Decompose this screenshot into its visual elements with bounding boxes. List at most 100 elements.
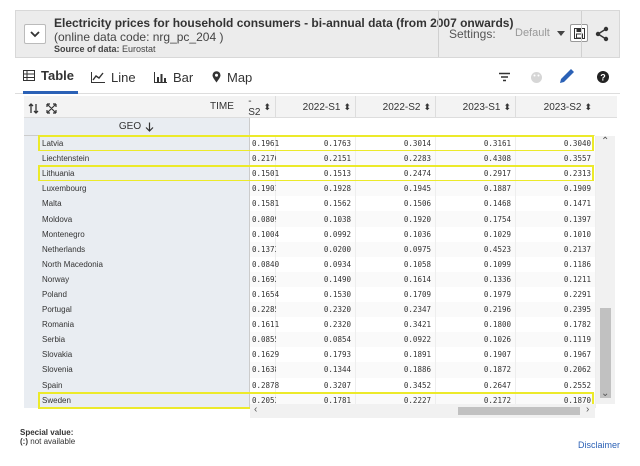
column-header[interactable]: 2023-S1 ⬍: [436, 96, 516, 118]
filter-button[interactable]: [496, 69, 512, 85]
vertical-scrollbar[interactable]: ⌃ ⌄: [596, 136, 615, 404]
value-cell: 0.1920: [356, 211, 436, 227]
row-highlight: [38, 165, 594, 183]
pencil-icon: [560, 69, 574, 83]
value-cell: 0.2347: [356, 302, 436, 318]
horizontal-scrollbar[interactable]: ‹ ›: [250, 404, 595, 418]
value-cell: 0.1562: [276, 196, 356, 212]
scroll-left-icon[interactable]: ‹: [254, 404, 257, 415]
table-row: Moldova 0.0809 0.1038 0.1920 0.1754 0.1397: [24, 211, 596, 227]
geo-cell[interactable]: Malta: [24, 196, 250, 212]
geo-cell[interactable]: Moldova: [24, 211, 250, 227]
value-cell: 0.0992: [276, 226, 356, 242]
geo-header[interactable]: GEO: [24, 118, 250, 136]
column-header[interactable]: 2022-S1 ⬍: [276, 96, 356, 118]
value-cell: 0.1800: [436, 317, 516, 333]
value-cell: 0.1038: [276, 211, 356, 227]
value-cell: 0.1979: [436, 286, 516, 303]
value-cell: 0.1373: [250, 241, 279, 257]
value-cell: 0.3207: [276, 377, 356, 393]
geo-cell[interactable]: Liechtenstein: [24, 151, 250, 167]
collapse-button[interactable]: [24, 24, 46, 44]
value-cell: 0.3421: [356, 317, 436, 333]
value-cell: 0.1887: [436, 181, 516, 197]
geo-cell[interactable]: Poland: [24, 286, 250, 303]
horizontal-scroll-thumb[interactable]: [458, 407, 580, 415]
geo-header-label: GEO: [118, 121, 142, 132]
column-header[interactable]: 2023-S2 ⬍: [516, 96, 596, 118]
table-row: Norway 0.1692 0.1490 0.1614 0.1336 0.1211: [24, 271, 596, 287]
value-cell: 0.1468: [436, 196, 516, 212]
share-button[interactable]: [581, 11, 621, 57]
value-cell: 0.1186: [516, 256, 596, 272]
value-cell: 0.1692: [250, 271, 279, 287]
geo-cell[interactable]: Netherlands: [24, 241, 250, 257]
geo-cell[interactable]: Luxembourg: [24, 181, 250, 197]
geo-cell[interactable]: Romania: [24, 317, 250, 333]
value-cell: 0.2552: [516, 377, 596, 393]
value-cell: 0.1709: [356, 286, 436, 303]
settings-select[interactable]: Default: [515, 27, 550, 39]
value-cell: 0.1793: [276, 347, 356, 363]
tab-map[interactable]: Map: [212, 60, 252, 94]
tab-bar[interactable]: Bar: [154, 60, 193, 94]
value-cell: 0.1614: [356, 271, 436, 287]
geo-cell[interactable]: Spain: [24, 377, 250, 393]
value-cell: 0.1907: [436, 347, 516, 363]
value-cell: 0.2320: [276, 302, 356, 318]
tab-line-label: Line: [111, 69, 136, 85]
special-value-text: not available: [30, 437, 76, 446]
value-cell: 0.1530: [276, 286, 356, 303]
value-cell: 0.1336: [436, 271, 516, 287]
column-header[interactable]: -S2 ⬍: [248, 96, 276, 118]
geo-cell[interactable]: Norway: [24, 271, 250, 287]
scroll-up-icon[interactable]: ⌃: [601, 136, 609, 147]
tab-table-label: Table: [41, 68, 74, 83]
map-pin-icon: [212, 71, 221, 83]
sort-icon: ⬍: [503, 101, 511, 112]
column-header[interactable]: 2022-S2 ⬍: [356, 96, 436, 118]
value-cell: 0.1471: [516, 196, 596, 212]
caret-down-icon[interactable]: [557, 31, 565, 36]
row-highlight: [38, 135, 594, 153]
value-cell: 0.1754: [436, 211, 516, 227]
sort-icon: ⬍: [263, 101, 271, 112]
column-header-label: -S2: [248, 96, 261, 118]
value-cell: 0.1638: [250, 362, 279, 378]
special-value-label: Special value:: [20, 428, 74, 437]
swap-axes-button[interactable]: [28, 101, 39, 119]
scroll-right-icon[interactable]: ›: [586, 404, 589, 415]
scroll-down-icon[interactable]: ⌄: [601, 388, 609, 399]
help-icon: ?: [597, 71, 609, 83]
value-cell: 0.1891: [356, 347, 436, 363]
sort-icon: ⬍: [343, 101, 351, 112]
source-of-data: Source of data: Eurostat: [54, 44, 454, 55]
value-cell: 0.1782: [516, 317, 596, 333]
value-cell: 0.1901: [250, 181, 279, 197]
table-row: Luxembourg 0.1901 0.1928 0.1945 0.1887 0.1909: [24, 181, 596, 197]
vertical-scroll-thumb[interactable]: [600, 308, 611, 398]
geo-cell[interactable]: Montenegro: [24, 226, 250, 242]
swap-icon: [28, 103, 39, 114]
geo-cell[interactable]: Slovenia: [24, 362, 250, 378]
value-cell: 0.1506: [356, 196, 436, 212]
disclaimer-link[interactable]: Disclaimer: [578, 440, 620, 450]
geo-cell[interactable]: North Macedonia: [24, 256, 250, 272]
expand-button[interactable]: [46, 101, 57, 119]
edit-button[interactable]: [557, 66, 577, 86]
help-button[interactable]: ?: [595, 69, 611, 85]
geo-cell[interactable]: Serbia: [24, 332, 250, 348]
time-dimension-label: TIME: [210, 101, 234, 112]
value-cell: 0.2176: [250, 151, 279, 167]
value-cell: 0.1004: [250, 226, 279, 242]
dataset-title: Electricity prices for household consume…: [54, 16, 514, 30]
palette-button[interactable]: [528, 69, 544, 85]
tab-line[interactable]: Line: [91, 60, 136, 94]
geo-cell[interactable]: Slovakia: [24, 347, 250, 363]
table-row: Portugal 0.2285 0.2320 0.2347 0.2196 0.2395: [24, 302, 596, 318]
value-cell: 0.1119: [516, 332, 596, 348]
tab-table[interactable]: Table: [23, 60, 78, 94]
geo-cell[interactable]: Portugal: [24, 302, 250, 318]
settings-area: Settings: Default: [438, 11, 588, 57]
value-cell: 0.4523: [436, 241, 516, 257]
